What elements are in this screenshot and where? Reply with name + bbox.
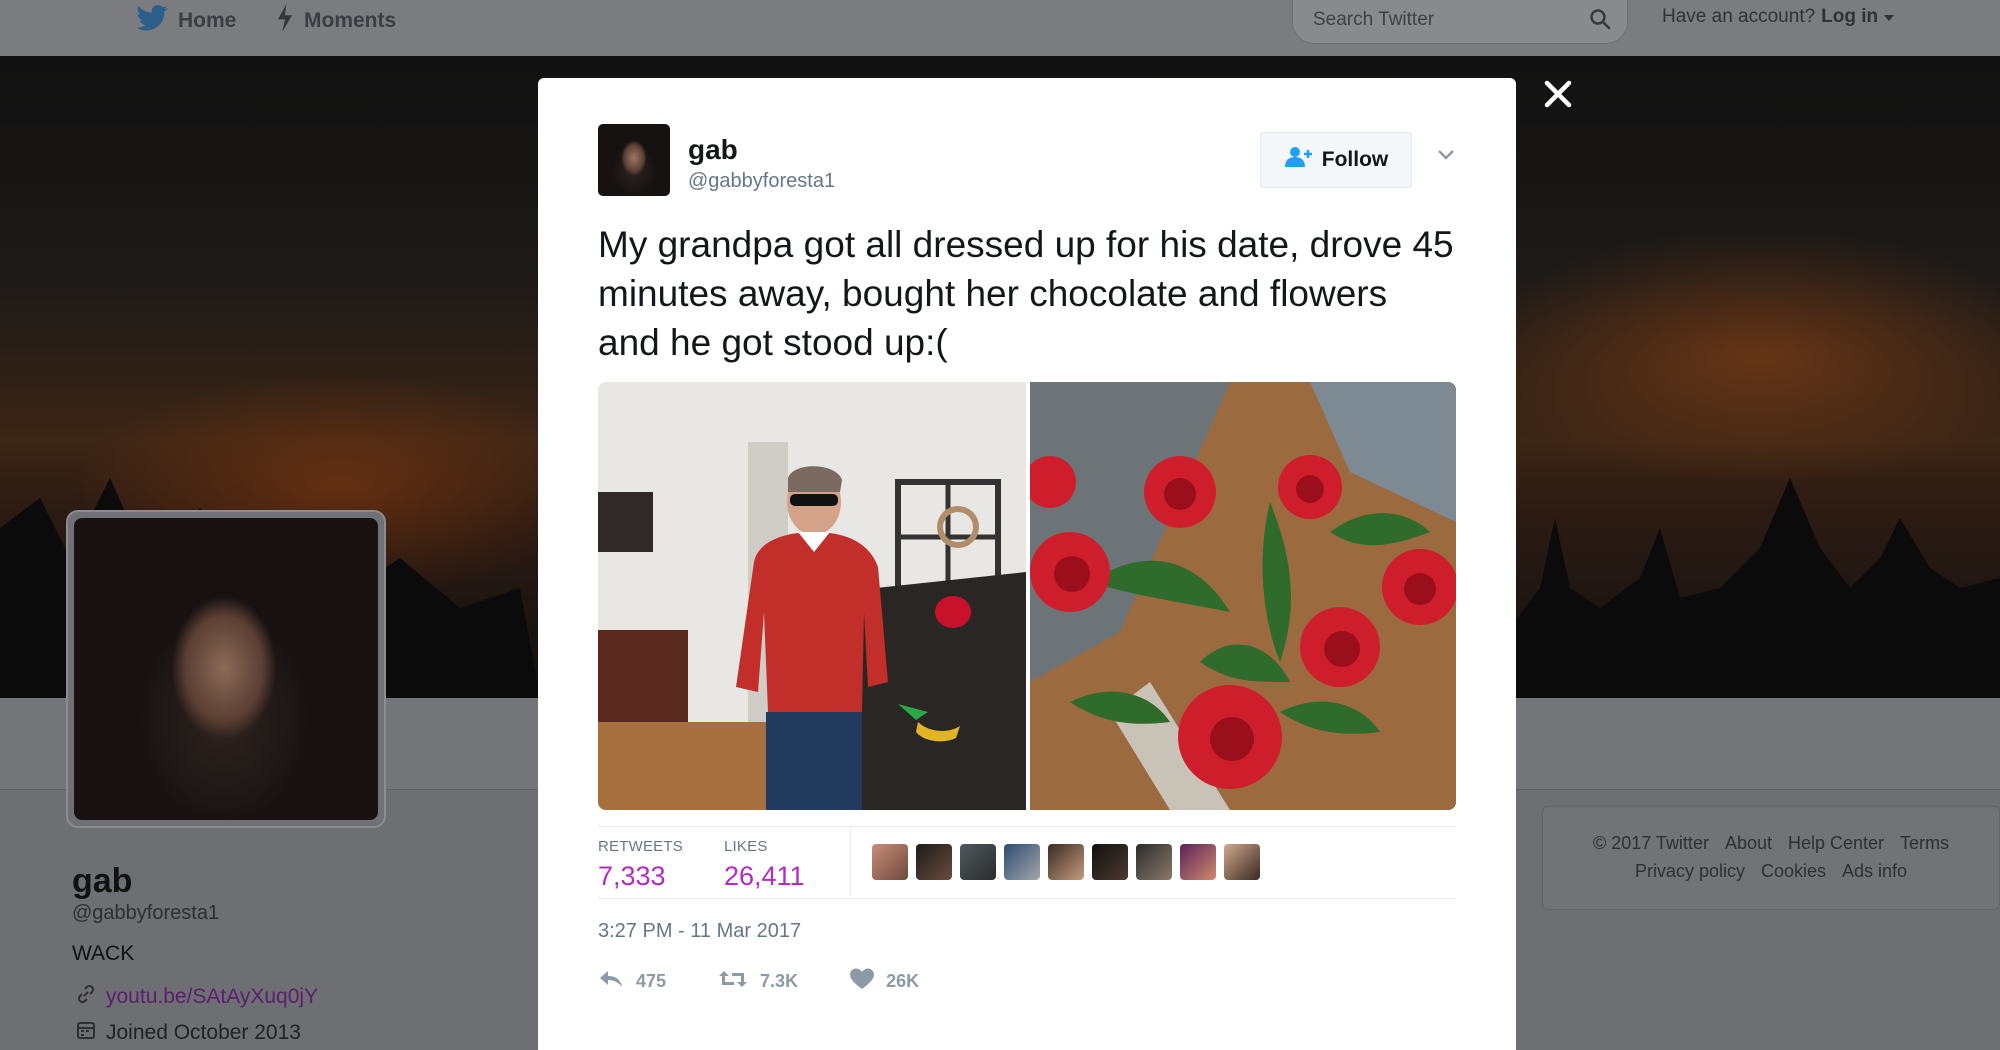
footer-privacy[interactable]: Privacy policy: [1635, 861, 1745, 882]
profile-bio: WACK: [72, 942, 135, 965]
reply-icon: [598, 969, 624, 994]
profile-joined: Joined October 2013: [76, 1020, 301, 1046]
reply-button[interactable]: 475: [598, 969, 666, 994]
nav-home-label: Home: [178, 9, 237, 32]
liker-avatar[interactable]: [1136, 844, 1172, 880]
liker-avatar[interactable]: [1092, 844, 1128, 880]
footer-copyright: © 2017 Twitter: [1592, 833, 1709, 853]
photo-roses-illustration: [1030, 382, 1456, 810]
stats-vertical-divider: [850, 828, 851, 896]
retweets-count[interactable]: 7,333: [598, 861, 683, 892]
likes-label: LIKES: [724, 838, 768, 855]
close-icon[interactable]: [1542, 78, 1574, 110]
search-box[interactable]: [1292, 0, 1628, 44]
tweet-author-name[interactable]: gab: [688, 134, 738, 166]
profile-handle[interactable]: @gabbyforesta1: [72, 902, 219, 925]
like-button[interactable]: 26K: [850, 968, 919, 995]
liker-avatar[interactable]: [1224, 844, 1260, 880]
search-icon[interactable]: [1589, 8, 1611, 35]
tweet-photo-grandpa[interactable]: [598, 382, 1026, 810]
profile-joined-text: Joined October 2013: [106, 1021, 301, 1044]
tweet-text: My grandpa got all dressed up for his da…: [598, 224, 1454, 363]
nav-moments[interactable]: Moments: [276, 0, 396, 42]
calendar-icon: [76, 1020, 96, 1046]
footer-terms[interactable]: Terms: [1900, 833, 1949, 854]
lightning-icon: [276, 4, 294, 38]
tweet-author-handle[interactable]: @gabbyforesta1: [688, 170, 835, 193]
add-user-icon: [1284, 146, 1312, 174]
profile-link[interactable]: youtu.be/SAtAyXuq0jY: [76, 984, 318, 1010]
liker-avatar[interactable]: [916, 844, 952, 880]
footer-row-2: Privacy policy Cookies Ads info: [1543, 861, 1999, 882]
footer-links: © 2017 Twitter About Help Center Terms P…: [1542, 806, 2000, 910]
liker-avatar[interactable]: [960, 844, 996, 880]
tweet-photo-roses[interactable]: [1030, 382, 1456, 810]
follow-button-label: Follow: [1321, 148, 1389, 171]
liker-avatar[interactable]: [872, 844, 908, 880]
tweet-author-avatar[interactable]: [598, 124, 670, 196]
twitter-bird-icon: [136, 5, 168, 37]
login-prompt: Have an account?: [1662, 6, 1816, 27]
top-navigation-bar: Home Moments Have an account? Log in: [0, 0, 2000, 56]
footer-row-1: © 2017 Twitter About Help Center Terms: [1543, 833, 1999, 854]
follow-button[interactable]: Follow: [1260, 132, 1412, 188]
liker-avatar[interactable]: [1048, 844, 1084, 880]
nav-home[interactable]: Home: [136, 0, 236, 42]
nav-moments-label: Moments: [304, 9, 397, 32]
chevron-down-icon[interactable]: [1436, 148, 1456, 167]
footer-about[interactable]: About: [1725, 833, 1772, 854]
stats-divider-top: [598, 826, 1456, 827]
likers-avatars: [872, 844, 1260, 880]
liker-avatar[interactable]: [1180, 844, 1216, 880]
stats-divider-bottom: [598, 898, 1456, 899]
footer-ads-info[interactable]: Ads info: [1842, 861, 1907, 882]
retweets-stat[interactable]: RETWEETS 7,333: [598, 838, 683, 892]
caret-down-icon[interactable]: [1884, 6, 1895, 28]
footer-cookies[interactable]: Cookies: [1761, 861, 1826, 882]
heart-icon: [850, 968, 875, 995]
likes-count[interactable]: 26,411: [724, 861, 805, 892]
reply-count: 475: [636, 971, 667, 991]
login-link[interactable]: Log in: [1821, 6, 1878, 28]
retweets-label: RETWEETS: [598, 838, 683, 855]
profile-avatar-image: [74, 518, 378, 820]
likes-stat[interactable]: LIKES 26,411: [724, 838, 805, 892]
tweet-modal: gab @gabbyforesta1 Follow My grandpa got…: [538, 78, 1516, 1050]
search-input[interactable]: [1313, 8, 1573, 32]
login-area: Have an account? Log in: [1662, 6, 1895, 28]
photo-grandpa-illustration: [598, 382, 1026, 810]
retweet-button[interactable]: 7.3K: [718, 969, 798, 994]
tweet-timestamp[interactable]: 3:27 PM - 11 Mar 2017: [598, 920, 801, 943]
like-count: 26K: [886, 971, 920, 991]
profile-avatar[interactable]: [66, 510, 386, 828]
profile-name: gab: [72, 862, 133, 900]
link-icon: [76, 984, 96, 1010]
profile-link-text[interactable]: youtu.be/SAtAyXuq0jY: [106, 985, 318, 1009]
liker-avatar[interactable]: [1004, 844, 1040, 880]
tweet-actions: 475 7.3K 26K: [598, 968, 919, 995]
footer-help-center[interactable]: Help Center: [1788, 833, 1884, 854]
retweet-count: 7.3K: [760, 971, 799, 991]
retweet-icon: [718, 969, 748, 994]
